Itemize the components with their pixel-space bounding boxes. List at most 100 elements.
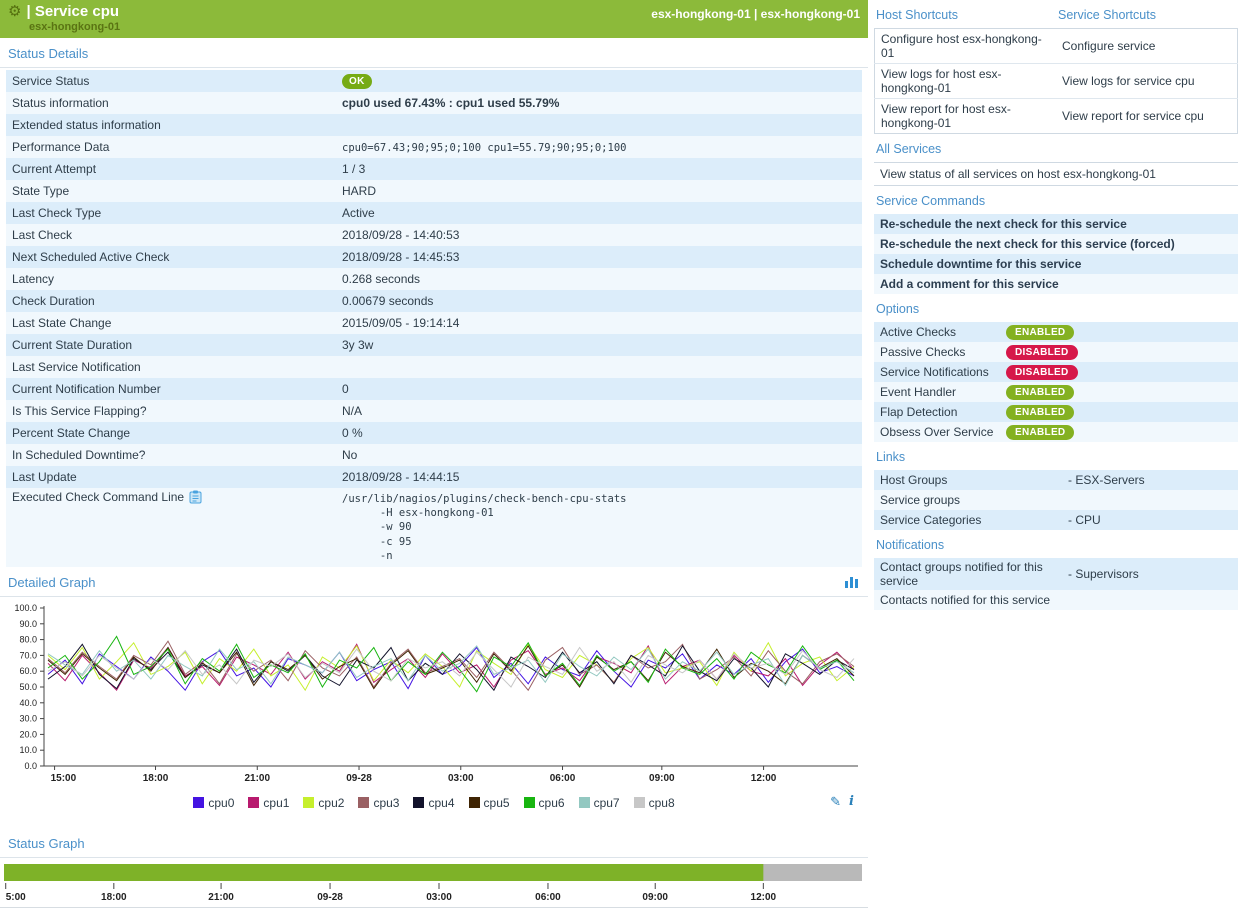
status-row-value: No <box>338 446 862 464</box>
page-header: ⚙ | Service cpu esx-hongkong-01 esx-hong… <box>0 0 868 38</box>
legend-swatch-cpu5 <box>469 797 480 808</box>
gear-icon[interactable]: ⚙ <box>8 4 21 19</box>
option-label: Event Handler <box>880 385 1006 399</box>
link-row: Service Categories- CPU <box>874 510 1238 530</box>
option-label: Flap Detection <box>880 405 1006 419</box>
status-row-label: Extended status information <box>6 116 338 134</box>
legend-item-cpu7: cpu7 <box>579 796 620 810</box>
status-timeline-bar: 5:0018:0021:0009-2803:0006:0009:0012:00 <box>4 864 862 904</box>
detailed-graph-title: Detailed Graph <box>8 575 95 590</box>
status-row-value: 0.00679 seconds <box>338 292 862 310</box>
legend-swatch-cpu1 <box>248 797 259 808</box>
legend-item-cpu0: cpu0 <box>193 796 234 810</box>
svg-text:21:00: 21:00 <box>244 773 270 784</box>
legend-label: cpu5 <box>484 796 510 810</box>
legend-label: cpu8 <box>649 796 675 810</box>
option-label: Service Notifications <box>880 365 1006 379</box>
option-row: Obsess Over ServiceENABLED <box>874 422 1238 442</box>
status-row-label: Last Service Notification <box>6 358 338 376</box>
option-row: Passive ChecksDISABLED <box>874 342 1238 362</box>
legend-swatch-cpu2 <box>303 797 314 808</box>
row-value[interactable]: - ESX-Servers <box>1068 473 1145 487</box>
status-row-value: 2018/09/28 - 14:40:53 <box>338 226 862 244</box>
service-commands-list: Re-schedule the next check for this serv… <box>874 214 1238 294</box>
status-row-label: Current Notification Number <box>6 380 338 398</box>
status-row: Last Update2018/09/28 - 14:44:15 <box>6 466 862 488</box>
legend-swatch-cpu4 <box>413 797 424 808</box>
status-graph-section: Status Graph 5:0018:0021:0009-2803:0006:… <box>0 828 868 908</box>
service-command-link[interactable]: Schedule downtime for this service <box>874 254 1238 274</box>
option-row: Flap DetectionENABLED <box>874 402 1238 422</box>
option-state-badge[interactable]: ENABLED <box>1006 385 1074 400</box>
option-state-badge[interactable]: DISABLED <box>1006 345 1078 360</box>
service-command-link[interactable]: Add a comment for this service <box>874 274 1238 294</box>
service-shortcut-link[interactable]: Configure service <box>1056 29 1238 64</box>
status-row: Last State Change2015/09/05 - 19:14:14 <box>6 312 862 334</box>
svg-text:80.0: 80.0 <box>19 634 37 644</box>
status-row-value: N/A <box>338 402 862 420</box>
host-shortcut-link[interactable]: Configure host esx-hongkong-01 <box>875 29 1057 64</box>
service-command-link[interactable]: Re-schedule the next check for this serv… <box>874 234 1238 254</box>
legend-swatch-cpu8 <box>634 797 645 808</box>
option-label: Obsess Over Service <box>880 425 1006 439</box>
detailed-graph-header: Detailed Graph <box>0 567 868 597</box>
service-shortcut-link[interactable]: View logs for service cpu <box>1056 64 1238 99</box>
status-row: Last Check2018/09/28 - 14:40:53 <box>6 224 862 246</box>
svg-text:50.0: 50.0 <box>19 682 37 692</box>
svg-text:100.0: 100.0 <box>14 603 37 613</box>
legend-item-cpu6: cpu6 <box>524 796 565 810</box>
svg-text:06:00: 06:00 <box>550 773 576 784</box>
option-state-badge[interactable]: DISABLED <box>1006 365 1078 380</box>
status-ok-badge: OK <box>342 74 372 89</box>
svg-text:15:00: 15:00 <box>51 773 77 784</box>
status-row: Service Status OK <box>6 70 862 92</box>
status-row: Current Notification Number0 <box>6 378 862 400</box>
status-row: State TypeHARD <box>6 180 862 202</box>
legend-item-cpu3: cpu3 <box>358 796 399 810</box>
status-details-title: Status Details <box>8 46 88 61</box>
status-row-value: HARD <box>338 182 862 200</box>
legend-label: cpu2 <box>318 796 344 810</box>
service-commands-title: Service Commands <box>874 186 1238 214</box>
bar-chart-icon[interactable] <box>844 575 860 589</box>
status-row-value: 2018/09/28 - 14:45:53 <box>338 248 862 266</box>
command-line-value: /usr/lib/nagios/plugins/check-bench-cpu-… <box>342 492 858 563</box>
clipboard-icon[interactable] <box>189 490 202 504</box>
status-row: Performance Datacpu0=67.43;90;95;0;100 c… <box>6 136 862 158</box>
host-subtitle[interactable]: esx-hongkong-01 <box>29 21 860 33</box>
legend-label: cpu7 <box>594 796 620 810</box>
edit-graph-icon[interactable]: ✎ <box>830 794 841 810</box>
view-all-services-link[interactable]: View status of all services on host esx-… <box>874 162 1238 186</box>
shortcut-row: View logs for host esx-hongkong-01View l… <box>875 64 1238 99</box>
option-state-badge[interactable]: ENABLED <box>1006 325 1074 340</box>
host-shortcut-link[interactable]: View logs for host esx-hongkong-01 <box>875 64 1057 99</box>
status-details-header: Status Details <box>0 38 868 68</box>
row-value[interactable]: - CPU <box>1068 513 1101 527</box>
option-row: Active ChecksENABLED <box>874 322 1238 342</box>
option-state-badge[interactable]: ENABLED <box>1006 425 1074 440</box>
option-label: Active Checks <box>880 325 1006 339</box>
all-services-title: All Services <box>874 134 1238 162</box>
shortcuts-table: Configure host esx-hongkong-01Configure … <box>874 28 1238 134</box>
legend-swatch-cpu6 <box>524 797 535 808</box>
host-shortcut-link[interactable]: View report for host esx-hongkong-01 <box>875 99 1057 134</box>
legend-item-cpu4: cpu4 <box>413 796 454 810</box>
header-host-breadcrumb[interactable]: esx-hongkong-01 | esx-hongkong-01 <box>651 7 860 21</box>
page-title: | Service cpu <box>26 3 119 20</box>
status-row-label: Service Status <box>6 72 338 90</box>
service-shortcut-link[interactable]: View report for service cpu <box>1056 99 1238 134</box>
status-row-label: Percent State Change <box>6 424 338 442</box>
option-state-badge[interactable]: ENABLED <box>1006 405 1074 420</box>
status-row-label: Latency <box>6 270 338 288</box>
status-row: Last Check TypeActive <box>6 202 862 224</box>
links-title: Links <box>874 442 1238 470</box>
info-icon[interactable]: i <box>849 794 854 809</box>
status-row-value: 2015/09/05 - 19:14:14 <box>338 314 862 332</box>
service-command-link[interactable]: Re-schedule the next check for this serv… <box>874 214 1238 234</box>
status-graph-header: Status Graph <box>0 828 868 858</box>
status-row: Status informationcpu0 used 67.43% : cpu… <box>6 92 862 114</box>
row-value[interactable]: - Supervisors <box>1068 567 1139 581</box>
status-row-label: Next Scheduled Active Check <box>6 248 338 266</box>
status-row: Current State Duration3y 3w <box>6 334 862 356</box>
status-graph-title: Status Graph <box>8 836 85 851</box>
